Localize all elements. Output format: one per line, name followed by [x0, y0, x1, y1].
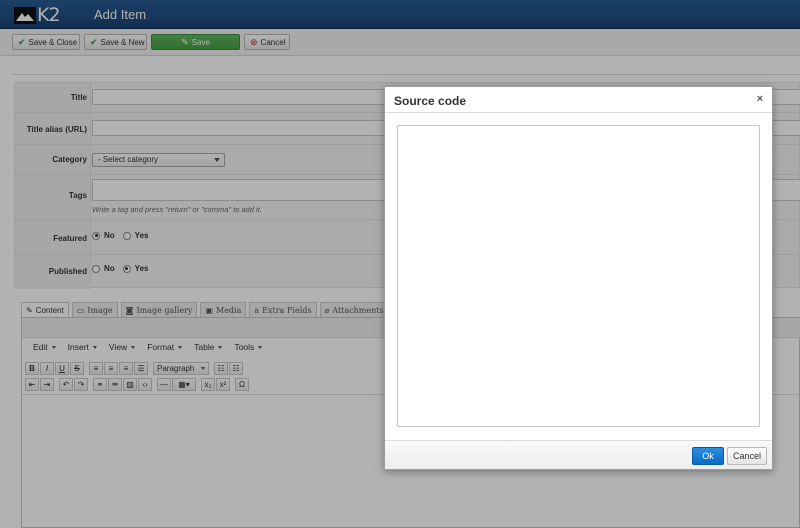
dialog-header: Source code × [385, 87, 772, 113]
close-icon[interactable]: × [757, 93, 763, 105]
source-code-dialog: Source code × Ok Cancel [384, 86, 773, 470]
dialog-cancel-button[interactable]: Cancel [727, 447, 767, 465]
source-code-textarea[interactable] [397, 125, 760, 427]
ok-button[interactable]: Ok [692, 447, 724, 465]
dialog-title: Source code [394, 94, 467, 108]
dialog-footer: Ok Cancel [385, 440, 772, 469]
